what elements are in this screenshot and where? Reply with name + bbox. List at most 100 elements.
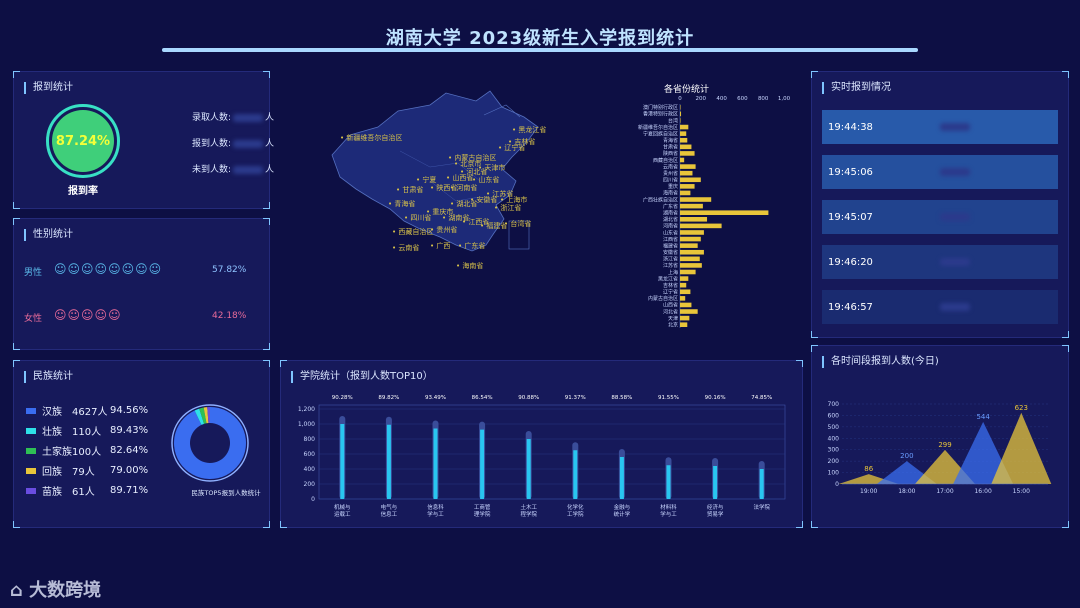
province-label: 甘肃省 — [663, 144, 678, 151]
male-person-icon: ☺ — [94, 262, 109, 276]
college-label: 土木工 — [520, 503, 537, 511]
province-label: 重庆 — [668, 183, 678, 190]
province-label: 北京 — [668, 322, 678, 329]
college-bar — [713, 466, 718, 499]
college-rate: 93.49% — [425, 395, 446, 401]
college-bar — [573, 450, 578, 499]
logo-icon: ⌂ — [10, 580, 23, 601]
realtime-row: 19:46:20 — [822, 245, 1058, 279]
map-province-label: • 贵州省 — [430, 226, 458, 234]
time-value-label: 623 — [1015, 404, 1028, 412]
ethnic-count: 61人 — [72, 487, 95, 498]
province-label: 上海 — [668, 269, 678, 276]
province-label: 新疆维吾尔自治区 — [638, 124, 678, 131]
map-province-label: • 云南省 — [392, 244, 420, 252]
province-bar-chart: 0 200 400 600 800 1,00 澳门特别行政区香港特别行政区台湾新疆维吾尔自治… — [638, 96, 791, 329]
college-bar — [386, 424, 391, 499]
time-peak — [991, 412, 1052, 484]
absent-value-redacted — [232, 165, 263, 174]
province-label: 河北省 — [663, 308, 678, 315]
college-label: 信息科 — [427, 503, 444, 511]
province-label: 福建省 — [663, 242, 678, 249]
province-bar — [680, 302, 692, 308]
province-label: 山东省 — [663, 229, 678, 236]
time-y-tick: 600 — [828, 412, 840, 419]
college-label: 运载工 — [334, 510, 351, 518]
college-bar — [340, 424, 345, 499]
ethnic-donut-chart — [171, 404, 249, 482]
college-y-tick: 1,200 — [298, 406, 315, 413]
time-value-label: 200 — [900, 452, 913, 460]
time-x-tick: 18:00 — [898, 488, 915, 495]
province-axis-tick: 1,00 — [778, 96, 791, 102]
college-rate: 86.54% — [472, 395, 493, 401]
admitted-value-redacted — [232, 113, 263, 122]
map-province-label: • 河南省 — [450, 184, 478, 192]
province-axis-tick: 0 — [678, 96, 682, 102]
realtime-row: 19:46:57 — [822, 290, 1058, 324]
province-label: 澳门特别行政区 — [643, 104, 678, 111]
map-province-label: • 新疆维吾尔自治区 — [340, 134, 403, 142]
gender-panel-title: 性别统计 — [24, 229, 73, 241]
time-y-tick: 300 — [828, 447, 840, 454]
realtime-panel-title: 实时报到情况 — [822, 82, 891, 94]
province-bar — [680, 243, 698, 248]
page-title: 湖南大学 2023级新生入学报到统计 — [385, 28, 695, 49]
province-label: 广西壮族自治区 — [643, 196, 678, 203]
ethnic-name: 壮族 — [42, 427, 62, 438]
realtime-time: 19:45:07 — [828, 211, 873, 223]
college-y-tick: 0 — [311, 496, 315, 503]
map-province-label: • 山西省 — [446, 174, 474, 182]
male-person-icon: ☺ — [121, 262, 136, 276]
college-rate: 74.85% — [751, 395, 772, 401]
female-label: 女性 — [24, 314, 43, 324]
college-label: 学与工 — [427, 510, 444, 518]
college-rate: 90.16% — [705, 395, 726, 401]
province-axis-tick: 800 — [758, 96, 769, 102]
map-province-label: • 青海省 — [388, 200, 416, 208]
realtime-row: 19:44:38 — [822, 110, 1058, 144]
ethnic-percent: 89.43% — [110, 425, 149, 436]
realtime-info-redacted — [940, 213, 970, 221]
province-bar — [680, 289, 691, 295]
province-label: 辽宁省 — [663, 289, 678, 296]
time-y-tick: 400 — [828, 435, 840, 442]
report-rate-label: 报到率 — [68, 186, 98, 197]
ethnic-color-swatch — [26, 407, 36, 414]
province-bar — [680, 269, 696, 275]
province-label: 香港特别行政区 — [643, 111, 678, 118]
province-label: 宁夏回族自治区 — [643, 130, 678, 137]
province-bar — [680, 157, 685, 163]
province-axis-tick: 600 — [737, 96, 748, 102]
province-bar — [680, 263, 702, 268]
ethnic-row: 土家族 100人 82.64% — [26, 443, 148, 458]
college-chart-panel: 学院统计（报到人数TOP10） 0 200 400 600 800 1,000 1,200 9… — [280, 360, 803, 528]
report-panel: 报到统计 87.24% 报到率 录取人数: 人 报到人数: 人 未到人数: 人 — [13, 71, 274, 209]
college-bar — [619, 457, 624, 499]
province-label: 内蒙古自治区 — [648, 295, 678, 302]
province-bar — [680, 296, 686, 301]
admitted-stat: 录取人数: 人 — [154, 110, 274, 123]
map-province-label: • 台湾省 — [504, 220, 532, 228]
college-bar-chart: 0 200 400 600 800 1,000 1,200 90.28% 机械与运载工 89.82… — [298, 395, 786, 518]
province-bar — [680, 118, 681, 123]
ethnic-row: 汉族 4627人 94.56% — [26, 403, 148, 418]
ethnic-row: 回族 79人 79.00% — [26, 463, 148, 478]
time-y-tick: 700 — [828, 401, 840, 408]
college-bar — [666, 465, 671, 499]
realtime-row: 19:45:07 — [822, 200, 1058, 234]
province-bar — [680, 210, 769, 215]
report-panel-title: 报到统计 — [24, 82, 73, 94]
province-bar — [680, 236, 701, 242]
time-x-tick: 16:00 — [974, 488, 991, 495]
male-icons: ☺☺☺☺☺☺☺☺ — [54, 262, 162, 276]
college-label: 贸易学 — [707, 510, 724, 518]
ethnic-name: 汉族 — [42, 407, 62, 418]
ethnic-percent: 79.00% — [110, 465, 149, 476]
realtime-info-redacted — [940, 303, 970, 311]
province-label: 西藏自治区 — [653, 157, 678, 164]
admitted-unit: 人 — [264, 113, 274, 123]
province-bar — [680, 111, 682, 117]
province-label: 广东省 — [663, 203, 678, 210]
province-bar — [680, 230, 704, 235]
